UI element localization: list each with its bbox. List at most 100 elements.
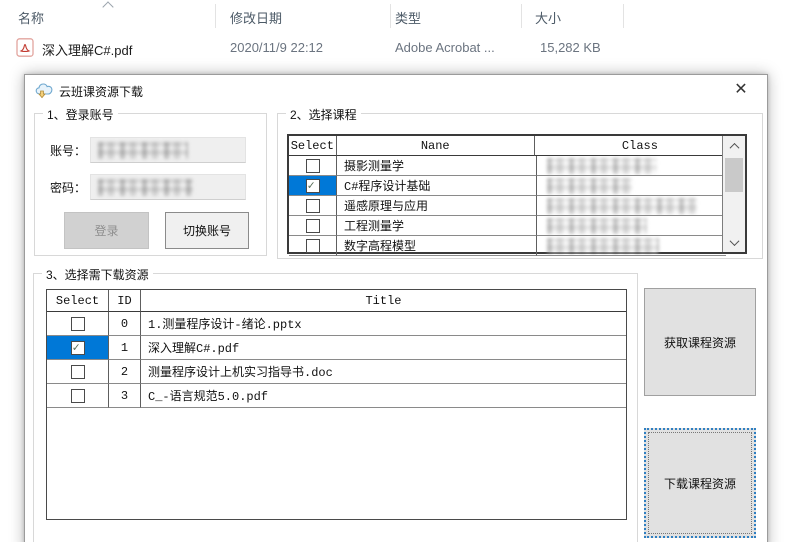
scroll-up-button[interactable] (723, 136, 745, 156)
course-row: 工程测量学 (289, 216, 745, 236)
file-size: 15,282 KB (540, 40, 601, 55)
resource-table: Select ID Title 0 1.测量程序设计-绪论.pptx 1 深入理… (46, 289, 627, 520)
resource-checkbox[interactable] (47, 384, 109, 408)
file-name[interactable]: 深入理解C#.pdf (42, 40, 132, 59)
cloud-download-icon (35, 83, 53, 99)
scroll-down-button[interactable] (723, 232, 745, 252)
resource-table-header: Select ID Title (47, 290, 626, 312)
column-divider[interactable] (215, 4, 216, 28)
redacted-class-value (547, 178, 632, 194)
header-class[interactable]: Class (534, 136, 746, 156)
download-course-resources-button[interactable]: 下载课程资源 (644, 428, 756, 538)
redacted-class-value (547, 198, 697, 214)
login-group: 1、登录账号 账号： 密码： 登录 切换账号 (34, 106, 267, 256)
checkbox-icon (70, 340, 85, 355)
header-select[interactable]: Select (47, 290, 109, 312)
resource-row: 1 深入理解C#.pdf (47, 336, 626, 360)
redacted-class-value (547, 158, 657, 174)
resource-group-legend: 3、选择需下载资源 (42, 266, 153, 283)
explorer-column-date[interactable]: 修改日期 (230, 8, 282, 27)
checkbox-icon (70, 316, 85, 331)
resource-id[interactable]: 2 (109, 360, 141, 384)
redacted-class-value (547, 218, 647, 234)
login-button[interactable]: 登录 (64, 212, 149, 249)
column-divider[interactable] (521, 4, 522, 28)
course-class[interactable] (537, 236, 726, 256)
redacted-password-value (98, 179, 193, 196)
header-id[interactable]: ID (109, 290, 141, 312)
resource-title[interactable]: C_-语言规范5.0.pdf (141, 384, 626, 408)
course-table-header: Select Nane Class (289, 136, 746, 156)
course-row: C#程序设计基础 (289, 176, 745, 196)
course-checkbox[interactable] (289, 156, 337, 176)
resource-row: 2 测量程序设计上机实习指导书.doc (47, 360, 626, 384)
explorer-column-size[interactable]: 大小 (535, 8, 561, 27)
resource-select-group: 3、选择需下载资源 Select ID Title 0 1.测量程序设计-绪论.… (33, 266, 638, 542)
vertical-scrollbar[interactable] (722, 136, 745, 252)
resource-row: 3 C_-语言规范5.0.pdf (47, 384, 626, 408)
resource-id[interactable]: 1 (109, 336, 141, 360)
course-class[interactable] (537, 216, 726, 236)
explorer-column-name[interactable]: 名称 (18, 8, 44, 27)
pdf-file-icon (16, 38, 34, 57)
course-row: 摄影测量学 (289, 156, 745, 176)
course-checkbox[interactable] (289, 236, 337, 256)
switch-account-button[interactable]: 切换账号 (165, 212, 249, 249)
file-date: 2020/11/9 22:12 (230, 40, 324, 55)
close-icon[interactable]: ✕ (723, 77, 759, 103)
redacted-class-value (547, 238, 659, 254)
checkbox-icon (70, 388, 85, 403)
course-name[interactable]: 摄影测量学 (337, 156, 537, 176)
course-group-legend: 2、选择课程 (286, 106, 361, 123)
account-label: 账号： (50, 144, 87, 158)
password-label: 密码： (50, 181, 87, 195)
checkbox-icon (305, 218, 320, 233)
resource-checkbox[interactable] (47, 360, 109, 384)
course-class[interactable] (537, 196, 726, 216)
login-group-legend: 1、登录账号 (43, 106, 118, 123)
checkbox-icon (70, 364, 85, 379)
redacted-account-value (98, 142, 188, 159)
course-row: 数字高程模型 (289, 236, 745, 256)
resource-title[interactable]: 1.测量程序设计-绪论.pptx (141, 312, 626, 336)
resource-title[interactable]: 深入理解C#.pdf (141, 336, 626, 360)
password-input[interactable] (90, 174, 246, 200)
checkbox-icon (305, 238, 320, 253)
course-name[interactable]: 遥感原理与应用 (337, 196, 537, 216)
header-name[interactable]: Nane (336, 136, 535, 156)
course-row: 遥感原理与应用 (289, 196, 745, 216)
download-dialog: 云班课资源下载 ✕ 1、登录账号 账号： 密码： 登录 切换账号 2、选择课程 … (24, 74, 768, 542)
header-select[interactable]: Select (289, 136, 337, 156)
scrollbar-thumb[interactable] (725, 158, 743, 192)
fetch-course-resources-button[interactable]: 获取课程资源 (644, 288, 756, 396)
course-select-group: 2、选择课程 Select Nane Class 摄影测量学 C#程序设计基础 (277, 106, 763, 259)
sort-ascending-icon (102, 1, 114, 13)
file-type: Adobe Acrobat ... (395, 40, 495, 55)
dialog-title: 云班课资源下载 (59, 85, 144, 99)
explorer-column-type[interactable]: 类型 (395, 8, 421, 27)
resource-checkbox[interactable] (47, 312, 109, 336)
course-name[interactable]: 工程测量学 (337, 216, 537, 236)
resource-id[interactable]: 3 (109, 384, 141, 408)
header-title[interactable]: Title (141, 290, 626, 312)
course-class[interactable] (537, 156, 726, 176)
account-input[interactable] (90, 137, 246, 163)
resource-row: 0 1.测量程序设计-绪论.pptx (47, 312, 626, 336)
course-class[interactable] (537, 176, 726, 196)
course-checkbox[interactable] (289, 176, 337, 196)
course-checkbox[interactable] (289, 216, 337, 236)
course-name[interactable]: 数字高程模型 (337, 236, 537, 256)
checkbox-icon (305, 158, 320, 173)
chevron-up-icon (729, 142, 739, 153)
course-name[interactable]: C#程序设计基础 (337, 176, 537, 196)
course-checkbox[interactable] (289, 196, 337, 216)
screen: 名称 修改日期 类型 大小 深入理解C#.pdf 2020/11/9 22:12… (0, 0, 800, 542)
dialog-title-bar[interactable]: 云班课资源下载 ✕ (25, 75, 767, 105)
resource-title[interactable]: 测量程序设计上机实习指导书.doc (141, 360, 626, 384)
resource-id[interactable]: 0 (109, 312, 141, 336)
column-divider[interactable] (623, 4, 624, 28)
column-divider[interactable] (390, 4, 391, 28)
resource-checkbox[interactable] (47, 336, 109, 360)
checkbox-icon (305, 178, 320, 193)
course-table: Select Nane Class 摄影测量学 C#程序设计基础 遥感原理与应用 (287, 134, 747, 256)
